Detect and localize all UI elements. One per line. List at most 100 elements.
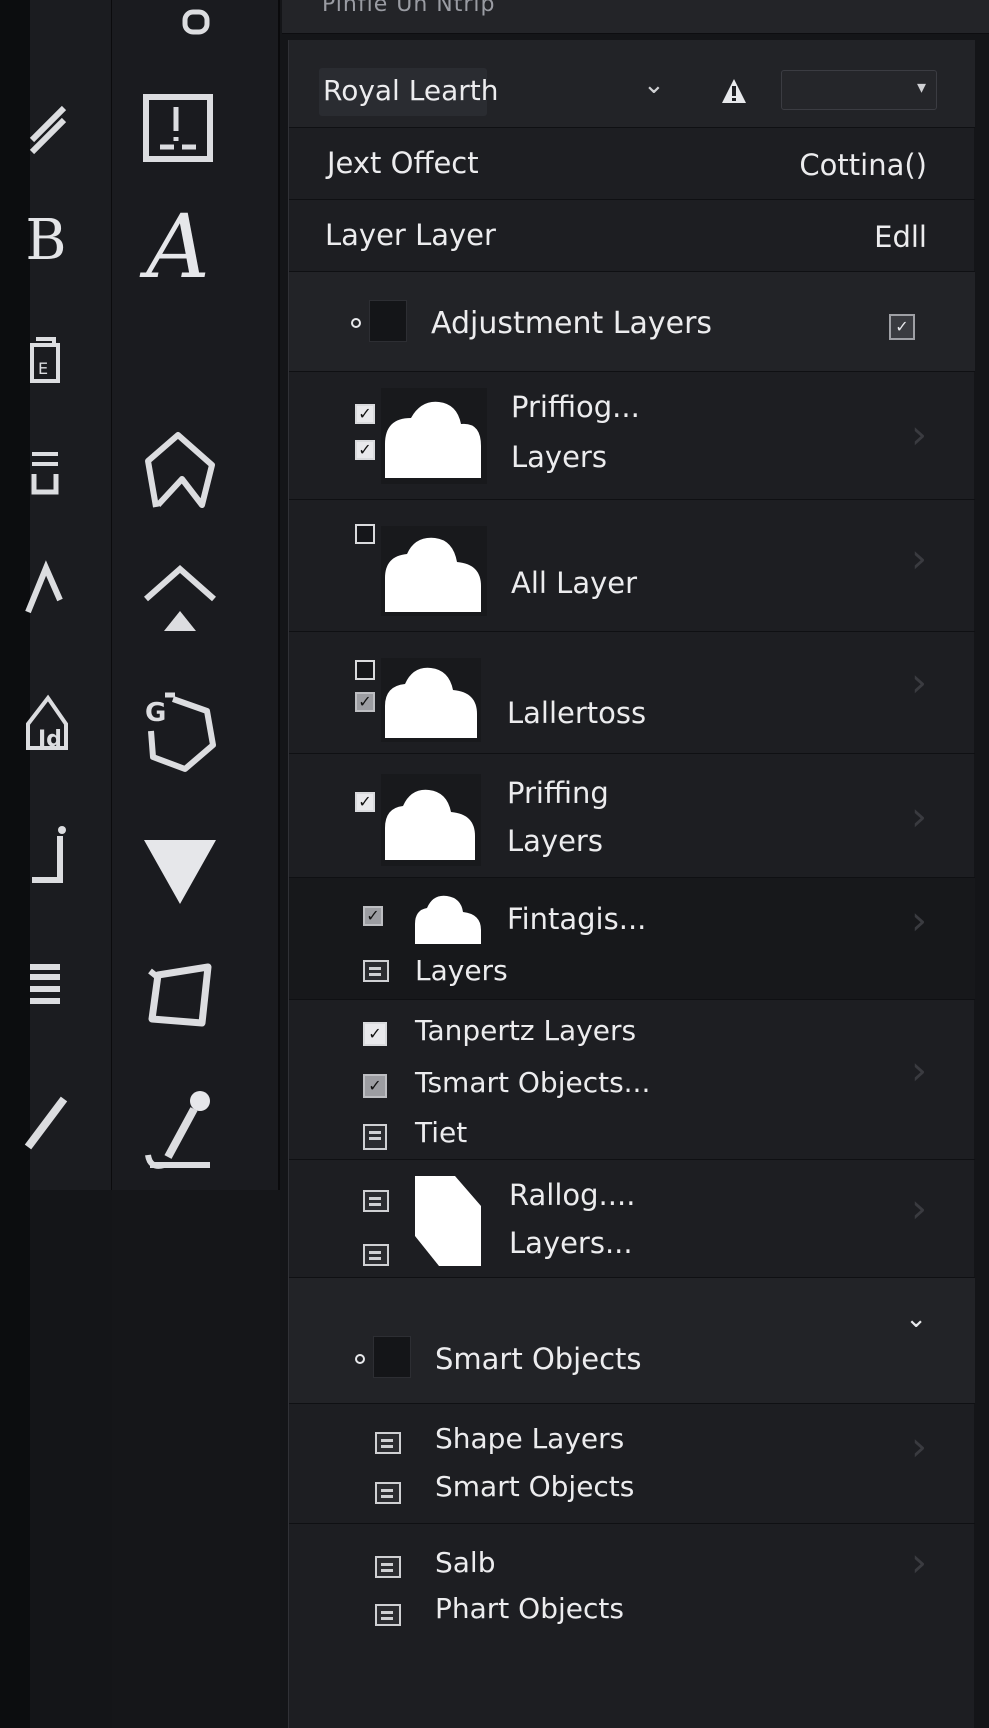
layer-visibility-checkbox[interactable]: ✓ bbox=[363, 1022, 387, 1046]
layer-subname: Layers bbox=[415, 954, 508, 987]
chevron-down-icon[interactable]: ⌄ bbox=[643, 70, 665, 100]
layer-visibility-checkbox[interactable] bbox=[355, 660, 375, 680]
warning-icon[interactable] bbox=[719, 76, 749, 106]
section-swatch bbox=[373, 1336, 411, 1378]
slash-tool-icon[interactable] bbox=[28, 96, 68, 156]
object-type-icon bbox=[375, 1556, 401, 1578]
edit-link[interactable]: Edll bbox=[874, 220, 927, 254]
layer-type-icon bbox=[363, 1244, 389, 1266]
hook-tool-icon[interactable] bbox=[24, 820, 74, 900]
layer-visibility-checkbox[interactable]: ✓ bbox=[355, 404, 375, 424]
layer-visibility-checkbox[interactable]: ✓ bbox=[363, 906, 383, 926]
arrow-up-tool-icon[interactable] bbox=[130, 556, 230, 646]
adjustment-layers-title: Adjustment Layers bbox=[431, 306, 713, 341]
layer-lock-checkbox[interactable]: ✓ bbox=[363, 1074, 387, 1098]
layer-subname: Layers... bbox=[509, 1226, 633, 1260]
collapse-chevron-icon[interactable]: ⌄ bbox=[905, 1304, 927, 1334]
layer-lock-checkbox[interactable]: ✓ bbox=[355, 692, 375, 712]
svg-text:Id: Id bbox=[38, 727, 62, 752]
chevron-right-icon[interactable]: › bbox=[911, 1540, 927, 1586]
layer-lock-checkbox[interactable]: ✓ bbox=[355, 440, 375, 460]
effect-row[interactable]: Jext Offect Cottina() bbox=[289, 128, 975, 200]
pen-tool-icon[interactable] bbox=[130, 420, 230, 520]
svg-text:E: E bbox=[38, 359, 48, 378]
marquee-tool-icon[interactable] bbox=[152, 0, 242, 40]
effect-row-label: Jext Offect bbox=[327, 146, 479, 180]
chevron-right-icon[interactable]: › bbox=[911, 1186, 927, 1232]
chevron-right-icon[interactable]: › bbox=[911, 660, 927, 706]
layer-row[interactable]: All Layer › bbox=[289, 500, 975, 632]
section-dot-icon bbox=[355, 1354, 365, 1364]
layer-subname: Tsmart Objects... bbox=[415, 1066, 651, 1099]
layer-options-label: Layer Layer bbox=[325, 218, 496, 252]
layer-visibility-checkbox[interactable] bbox=[355, 524, 375, 544]
type-tool-icon[interactable]: A bbox=[128, 195, 228, 298]
layer-name: Lallertoss bbox=[507, 696, 647, 730]
layer-row[interactable]: ✓ ✓ Priffiog... Layers › bbox=[289, 372, 975, 500]
chevron-right-icon[interactable]: › bbox=[911, 1424, 927, 1470]
tools-toolbar: A G bbox=[112, 0, 280, 1728]
secondary-toolbar: B E Id bbox=[24, 0, 112, 1728]
smart-object-name: Salb bbox=[435, 1546, 496, 1579]
blend-dropdown[interactable]: ▾ bbox=[781, 70, 937, 110]
chevron-right-icon[interactable]: › bbox=[911, 794, 927, 840]
smart-object-name: Shape Layers bbox=[435, 1422, 625, 1455]
chevron-right-icon[interactable]: › bbox=[911, 536, 927, 582]
layer-thumbnail bbox=[381, 388, 487, 484]
dropdown-caret-icon: ▾ bbox=[916, 77, 926, 98]
object-type-icon bbox=[375, 1432, 401, 1454]
rotate-tool-icon[interactable]: G bbox=[130, 676, 230, 786]
layer-type-icon bbox=[363, 1190, 389, 1212]
layer-thumbnail bbox=[381, 774, 481, 866]
stack-tool-icon[interactable] bbox=[26, 955, 70, 1015]
layer-subname: Layers bbox=[507, 824, 603, 858]
layers-panel: Royal Learth ⌄ ▾ Jext Offect Cottina() L… bbox=[288, 40, 975, 1728]
crop-frame-icon[interactable] bbox=[128, 80, 228, 170]
svg-text:G: G bbox=[145, 698, 166, 728]
smart-object-row[interactable]: Salb Phart Objects › bbox=[289, 1524, 975, 1728]
adjustment-layers-section[interactable]: Adjustment Layers ✓ bbox=[289, 272, 975, 372]
layer-options-row[interactable]: Layer Layer Edll bbox=[289, 200, 975, 272]
chevron-right-icon[interactable]: › bbox=[911, 898, 927, 944]
layer-visibility-checkbox[interactable]: ✓ bbox=[355, 792, 375, 812]
preset-selector-label: Royal Learth bbox=[323, 74, 499, 107]
section-dot-icon bbox=[351, 318, 361, 328]
panel-header: Royal Learth ⌄ ▾ bbox=[289, 40, 975, 128]
layer-name: Priffiog... bbox=[511, 390, 640, 424]
smart-objects-title: Smart Objects bbox=[435, 1342, 642, 1376]
adjustment-layers-checkbox[interactable]: ✓ bbox=[889, 314, 915, 340]
layer-row[interactable]: ✓ Priffing Layers › bbox=[289, 754, 975, 878]
caret-tool-icon[interactable] bbox=[24, 560, 64, 620]
chevron-right-icon[interactable]: › bbox=[911, 412, 927, 458]
house-tool-icon[interactable]: Id bbox=[22, 688, 72, 758]
object-type-icon bbox=[375, 1604, 401, 1626]
smart-object-row[interactable]: Shape Layers Smart Objects › bbox=[289, 1404, 975, 1524]
layer-thumbnail bbox=[409, 1172, 485, 1268]
smart-object-subname: Smart Objects bbox=[435, 1470, 635, 1503]
layer-row[interactable]: Rallog.... Layers... › bbox=[289, 1160, 975, 1278]
triangle-tool-icon[interactable] bbox=[130, 820, 230, 920]
window-title: Pinfle Un Ntrip bbox=[322, 0, 496, 17]
layer-subname: Tiet bbox=[415, 1116, 468, 1149]
layer-group-row[interactable]: ✓ Tanpertz Layers ✓ Tsmart Objects... Ti… bbox=[289, 1000, 975, 1160]
needle-tool-icon[interactable] bbox=[24, 1085, 74, 1155]
bold-tool-icon[interactable]: B bbox=[16, 205, 76, 275]
effect-row-value[interactable]: Cottina() bbox=[799, 148, 927, 182]
object-type-icon bbox=[375, 1482, 401, 1504]
layer-thumbnail bbox=[411, 890, 485, 946]
brush-tool-icon[interactable] bbox=[130, 1080, 230, 1180]
edge-glyph-b: B bbox=[25, 207, 67, 273]
window-titlebar: Pinfle Un Ntrip bbox=[282, 0, 989, 34]
section-swatch bbox=[369, 300, 407, 342]
layer-name: All Layer bbox=[511, 566, 638, 600]
transform-tool-icon[interactable] bbox=[130, 948, 230, 1038]
smart-objects-section[interactable]: ⌄ Smart Objects bbox=[289, 1278, 975, 1404]
chevron-right-icon[interactable]: › bbox=[911, 1048, 927, 1094]
layer-row[interactable]: ✓ Lallertoss › bbox=[289, 632, 975, 754]
layer-subname: Layers bbox=[511, 440, 607, 474]
document-tool-icon[interactable]: E bbox=[26, 325, 66, 395]
layer-thumbnail bbox=[381, 526, 487, 616]
layer-type-icon bbox=[363, 960, 389, 982]
list-tool-icon[interactable] bbox=[26, 440, 66, 510]
layer-row[interactable]: ✓ Fintagis... Layers › bbox=[289, 878, 975, 1000]
